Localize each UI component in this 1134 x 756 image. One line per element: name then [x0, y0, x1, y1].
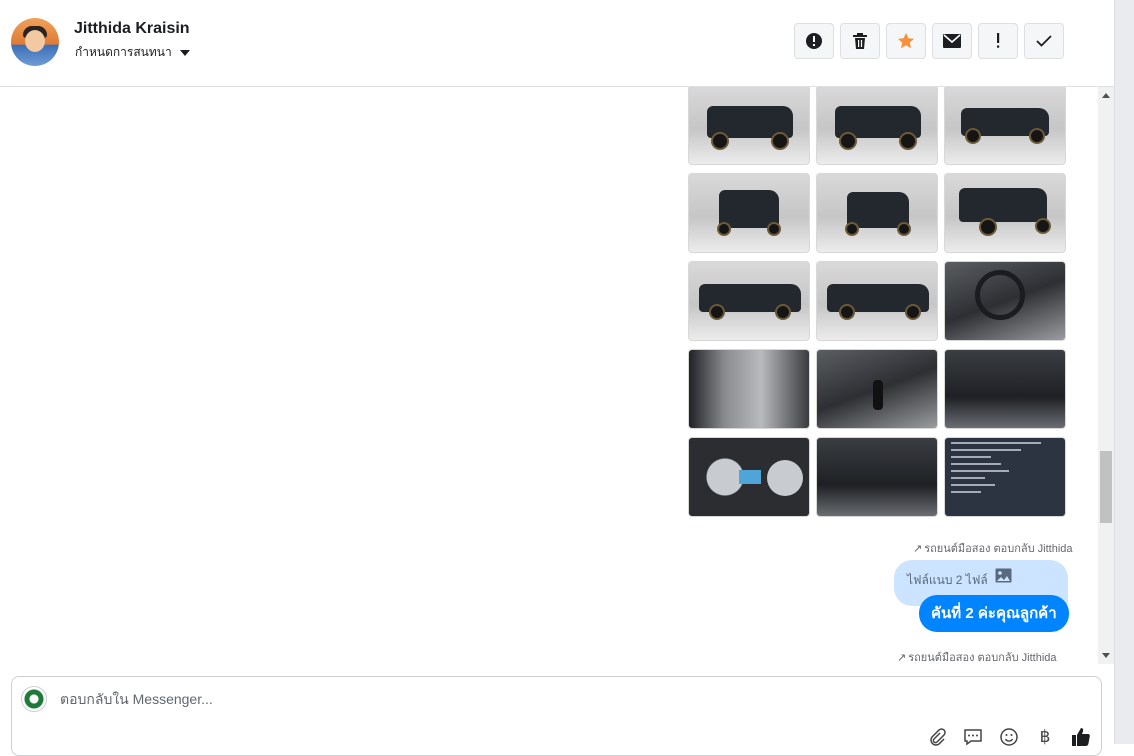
star-button[interactable]: [886, 23, 926, 59]
photo-truck-front-left-2[interactable]: [816, 87, 938, 165]
star-icon: [898, 33, 914, 49]
done-button[interactable]: [1024, 23, 1064, 59]
reply-meta: ↗ รถยนต์มือสอง ตอบกลับ Jitthida: [913, 539, 1073, 557]
follow-up-button[interactable]: [978, 23, 1018, 59]
trash-icon: [853, 33, 867, 49]
composer-tools: ฿: [926, 726, 1092, 748]
paperclip-icon[interactable]: [926, 726, 948, 748]
page-avatar: [21, 686, 47, 712]
photo-rear-seats[interactable]: [816, 437, 938, 517]
thread-scrollbar[interactable]: [1098, 87, 1114, 664]
photo-steering-wheel[interactable]: [944, 261, 1066, 341]
exclamation-icon: [997, 33, 1000, 48]
photo-truck-rear-right[interactable]: [944, 173, 1066, 253]
saved-reply-icon[interactable]: [962, 726, 984, 748]
right-panel-edge: [1114, 0, 1134, 744]
alert-circle-icon: [806, 33, 822, 49]
reply-meta-2: ↗ รถยนต์มือสอง ตอบกลับ Jitthida: [897, 648, 1057, 665]
assign-conversation-dropdown[interactable]: กำหนดการสนทนา: [75, 43, 190, 62]
reply-composer: ฿: [11, 676, 1102, 756]
reply-meta-text: รถยนต์มือสอง ตอบกลับ Jitthida: [924, 543, 1073, 555]
photo-truck-rear[interactable]: [816, 173, 938, 253]
header-actions: [794, 23, 1064, 59]
reply-arrow-icon: ↗: [897, 651, 907, 664]
attachment-label: ไฟล์แนบ 2 ไฟล์: [907, 573, 988, 587]
check-icon: [1036, 35, 1052, 47]
mark-unread-button[interactable]: [932, 23, 972, 59]
photo-grid: [688, 87, 1066, 517]
contact-avatar[interactable]: [11, 18, 59, 66]
baht-icon[interactable]: ฿: [1034, 726, 1056, 748]
photo-door-panel[interactable]: [688, 349, 810, 429]
reply-meta-text-2: รถยนต์มือสอง ตอบกลับ Jitthida: [908, 652, 1057, 664]
photo-truck-front[interactable]: [688, 173, 810, 253]
scroll-thumb[interactable]: [1100, 451, 1112, 523]
photo-truck-rear-left[interactable]: [944, 87, 1066, 165]
photo-document[interactable]: [944, 437, 1066, 517]
photo-truck-side-left-2[interactable]: [816, 261, 938, 341]
scroll-up-icon[interactable]: [1102, 93, 1110, 98]
assign-conversation-label: กำหนดการสนทนา: [75, 45, 172, 59]
photo-gear-shifter[interactable]: [816, 349, 938, 429]
image-icon: [995, 568, 1012, 583]
thumbs-up-icon[interactable]: [1070, 726, 1092, 748]
reply-arrow-icon: ↗: [913, 542, 923, 555]
reply-input[interactable]: [60, 691, 660, 707]
caret-down-icon: [179, 49, 190, 56]
photo-instrument-cluster[interactable]: [688, 437, 810, 517]
message-thread[interactable]: ↗ รถยนต์มือสอง ตอบกลับ Jitthida ไฟล์แนบ …: [0, 87, 1098, 664]
envelope-icon: [943, 34, 961, 48]
contact-name[interactable]: Jitthida Kraisin: [74, 20, 190, 38]
emoji-icon[interactable]: [998, 726, 1020, 748]
scroll-down-icon[interactable]: [1102, 653, 1110, 658]
delete-button[interactable]: [840, 23, 880, 59]
photo-truck-side-left[interactable]: [688, 261, 810, 341]
conversation-header: Jitthida Kraisin กำหนดการสนทนา: [0, 0, 1114, 87]
photo-front-seats[interactable]: [944, 349, 1066, 429]
photo-truck-front-left[interactable]: [688, 87, 810, 165]
outgoing-message[interactable]: คันที่ 2 ค่ะคุณลูกค้า: [919, 595, 1069, 632]
spam-button[interactable]: [794, 23, 834, 59]
